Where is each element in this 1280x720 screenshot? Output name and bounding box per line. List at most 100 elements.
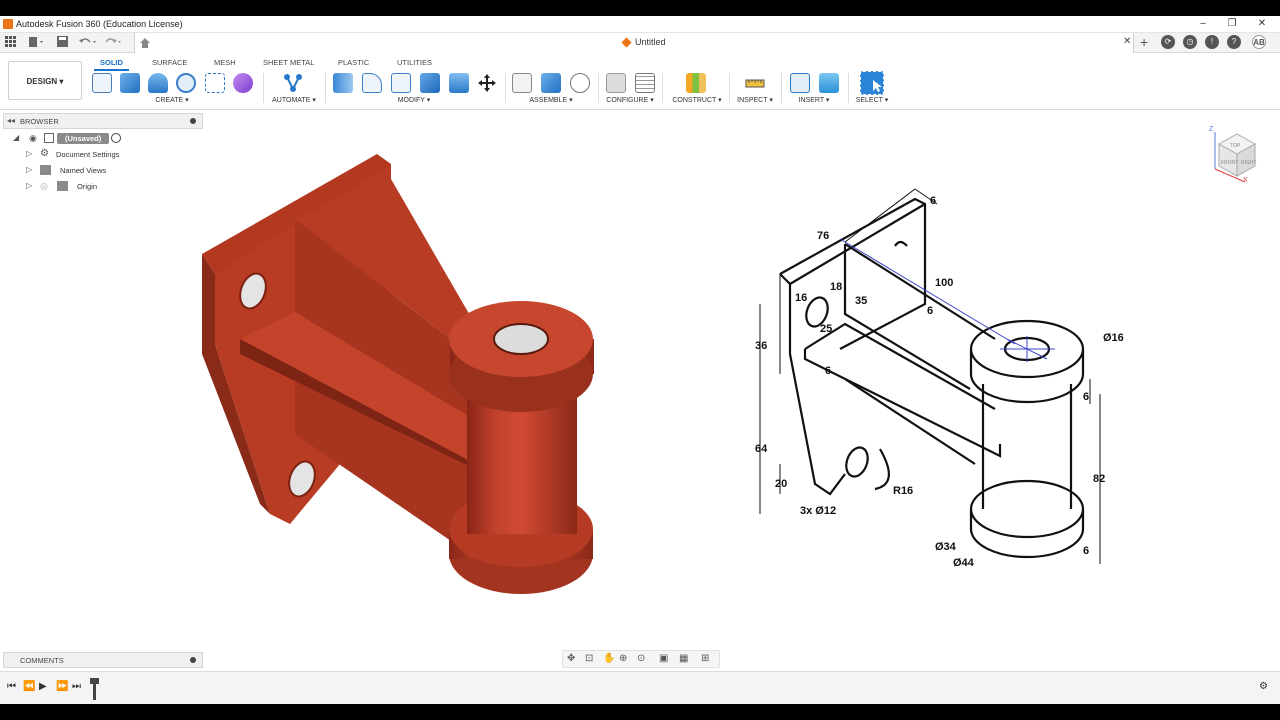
- go-to-end-icon[interactable]: ⏭: [72, 681, 81, 692]
- restore-button[interactable]: ❐: [1225, 18, 1239, 29]
- viewcube-front-face[interactable]: FRONT: [1221, 160, 1238, 166]
- new-component-icon[interactable]: [512, 73, 532, 93]
- step-forward-icon[interactable]: ⏩: [56, 681, 68, 692]
- orbit-icon[interactable]: ✥: [567, 653, 575, 664]
- viewports-icon[interactable]: ⊞: [701, 653, 709, 664]
- comments-panel-header[interactable]: COMMENTS: [3, 652, 203, 668]
- minimize-button[interactable]: –: [1196, 18, 1210, 29]
- select-menu[interactable]: SELECT ▾: [852, 96, 892, 104]
- automate-icon[interactable]: [283, 73, 303, 93]
- workspace-switcher[interactable]: DESIGN ▾: [8, 61, 82, 100]
- hole-icon[interactable]: [176, 73, 196, 93]
- drawing-dimension: 6: [927, 305, 933, 317]
- rectangular-pattern-icon[interactable]: [205, 73, 225, 93]
- browser-panel-header[interactable]: ◂◂ BROWSER: [3, 113, 203, 129]
- fillet-icon[interactable]: [362, 73, 382, 93]
- tree-root[interactable]: ◢ ◉ (Unsaved): [13, 132, 213, 146]
- create-sketch-icon[interactable]: [92, 73, 112, 93]
- select-icon[interactable]: [860, 71, 884, 95]
- model-viewport-part[interactable]: [195, 134, 605, 604]
- user-avatar[interactable]: AB: [1252, 35, 1266, 49]
- configuration-table-icon[interactable]: [635, 73, 655, 93]
- document-tab[interactable]: ✕: [134, 33, 1134, 53]
- shell-icon[interactable]: [420, 73, 440, 93]
- clock-icon[interactable]: ◷: [1183, 35, 1197, 49]
- configure-icon[interactable]: [606, 73, 626, 93]
- ribbon-separator: [781, 73, 782, 103]
- viewcube-right-face[interactable]: RIGHT: [1241, 160, 1257, 166]
- expand-arrow-icon[interactable]: ▷: [26, 149, 32, 158]
- grid-settings-icon[interactable]: ▦: [679, 653, 688, 664]
- tab-surface[interactable]: SURFACE: [152, 58, 187, 67]
- create-menu[interactable]: CREATE ▾: [150, 96, 194, 104]
- combine-icon[interactable]: [449, 73, 469, 93]
- tab-sheet-metal[interactable]: SHEET METAL: [263, 58, 314, 67]
- file-menu-icon[interactable]: [28, 36, 44, 51]
- automate-menu[interactable]: AUTOMATE ▾: [270, 96, 318, 104]
- drawing-dimension: R16: [893, 485, 913, 497]
- redo-icon[interactable]: [104, 36, 122, 50]
- fit-icon[interactable]: ⊙: [637, 653, 645, 664]
- modify-menu[interactable]: MODIFY ▾: [391, 96, 437, 104]
- hidden-eye-icon[interactable]: ◎: [40, 181, 48, 192]
- play-icon[interactable]: ▶: [39, 681, 47, 692]
- close-tab-button[interactable]: ✕: [1123, 36, 1131, 47]
- look-at-icon[interactable]: ⊡: [585, 653, 593, 664]
- step-back-icon[interactable]: ⏪: [23, 681, 35, 692]
- save-icon[interactable]: [57, 36, 68, 50]
- tree-item-label: Named Views: [60, 166, 107, 175]
- offset-plane-icon[interactable]: [686, 73, 706, 93]
- timeline-marker[interactable]: [90, 678, 99, 700]
- expand-arrow-icon[interactable]: ▷: [26, 165, 32, 174]
- insert-menu[interactable]: INSERT ▾: [794, 96, 834, 104]
- tree-item-origin[interactable]: ▷ ◎ Origin: [26, 180, 206, 194]
- tab-plastic[interactable]: PLASTIC: [338, 58, 369, 67]
- as-built-joint-icon[interactable]: [570, 73, 590, 93]
- extrude-icon[interactable]: [120, 73, 140, 93]
- viewcube-top-face[interactable]: TOP: [1230, 143, 1241, 149]
- construct-menu[interactable]: CONSTRUCT ▾: [670, 96, 724, 104]
- tree-item-named-views[interactable]: ▷ Named Views: [26, 164, 206, 178]
- move-copy-icon[interactable]: [477, 73, 497, 93]
- revolve-icon[interactable]: [148, 73, 168, 93]
- configure-menu[interactable]: CONFIGURE ▾: [603, 96, 657, 104]
- timeline-settings-gear-icon[interactable]: ⚙: [1259, 681, 1268, 692]
- expand-triangle-icon[interactable]: ◢: [13, 133, 19, 142]
- go-to-start-icon[interactable]: ⏮: [7, 681, 16, 692]
- visibility-eye-icon[interactable]: ◉: [29, 133, 37, 144]
- tab-utilities[interactable]: UTILITIES: [397, 58, 432, 67]
- pan-icon[interactable]: ✋: [603, 653, 615, 664]
- drawing-dimension: 76: [817, 230, 829, 242]
- collapse-arrows-icon[interactable]: ◂◂: [7, 116, 15, 125]
- refresh-icon[interactable]: ⟳: [1161, 35, 1175, 49]
- insert-derive-icon[interactable]: [790, 73, 810, 93]
- add-comment-icon[interactable]: [190, 657, 196, 663]
- assemble-menu[interactable]: ASSEMBLE ▾: [524, 96, 578, 104]
- press-pull-icon[interactable]: [333, 73, 353, 93]
- grid-menu-icon[interactable]: [5, 36, 16, 50]
- expand-arrow-icon[interactable]: ▷: [26, 181, 32, 190]
- tab-solid[interactable]: SOLID: [100, 58, 123, 67]
- close-window-button[interactable]: ✕: [1255, 18, 1269, 29]
- ribbon-separator: [263, 73, 264, 103]
- tab-mesh[interactable]: MESH: [214, 58, 236, 67]
- insert-canvas-icon[interactable]: [819, 73, 839, 93]
- chamfer-icon[interactable]: [391, 73, 411, 93]
- drawing-dimension: 100: [935, 277, 953, 289]
- zoom-icon[interactable]: ⊕: [619, 653, 627, 664]
- form-icon[interactable]: [233, 73, 253, 93]
- display-settings-icon[interactable]: ▣: [659, 653, 668, 664]
- new-tab-button[interactable]: +: [1140, 34, 1148, 50]
- joint-icon[interactable]: [541, 73, 561, 93]
- pin-icon[interactable]: [190, 118, 196, 124]
- measure-icon[interactable]: [745, 73, 765, 93]
- activate-radio-icon[interactable]: [111, 133, 121, 143]
- help-icon[interactable]: ?: [1227, 35, 1241, 49]
- inspect-menu[interactable]: INSPECT ▾: [735, 96, 775, 104]
- app-window: Autodesk Fusion 360 (Education License) …: [0, 16, 1280, 704]
- bell-icon[interactable]: !: [1205, 35, 1219, 49]
- viewcube[interactable]: TOP FRONT RIGHT Z X: [1205, 124, 1265, 184]
- home-icon[interactable]: [139, 36, 151, 54]
- undo-icon[interactable]: [79, 36, 97, 50]
- tree-item-document-settings[interactable]: ▷ ⚙ Document Settings: [26, 148, 206, 162]
